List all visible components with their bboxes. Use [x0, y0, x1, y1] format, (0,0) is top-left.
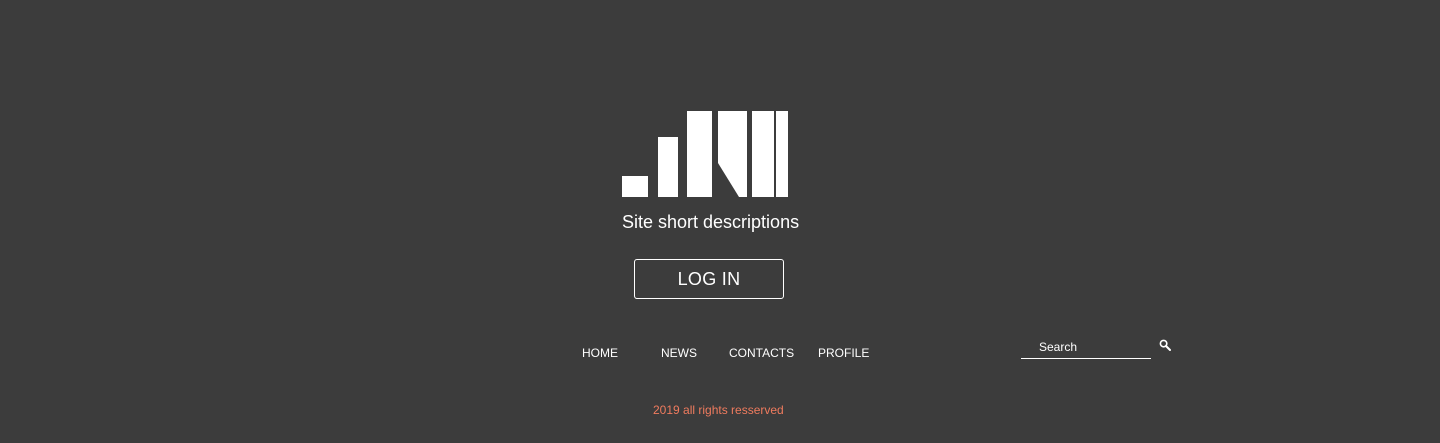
- nav-item-profile[interactable]: PROFILE: [818, 345, 869, 361]
- search-icon[interactable]: [1159, 339, 1171, 351]
- nav-item-contacts[interactable]: CONTACTS: [729, 345, 794, 361]
- search-field: [1021, 337, 1151, 359]
- search-input[interactable]: [1021, 337, 1151, 357]
- site-tagline: Site short descriptions: [622, 212, 800, 232]
- nav-item-home[interactable]: HOME: [582, 345, 618, 361]
- site-logo[interactable]: [621, 110, 791, 200]
- copyright-text: 2019 all rights resserved: [653, 403, 784, 417]
- logo-mark-icon: [622, 111, 788, 197]
- nav-item-news[interactable]: NEWS: [661, 345, 697, 361]
- login-button[interactable]: LOG IN: [634, 259, 784, 299]
